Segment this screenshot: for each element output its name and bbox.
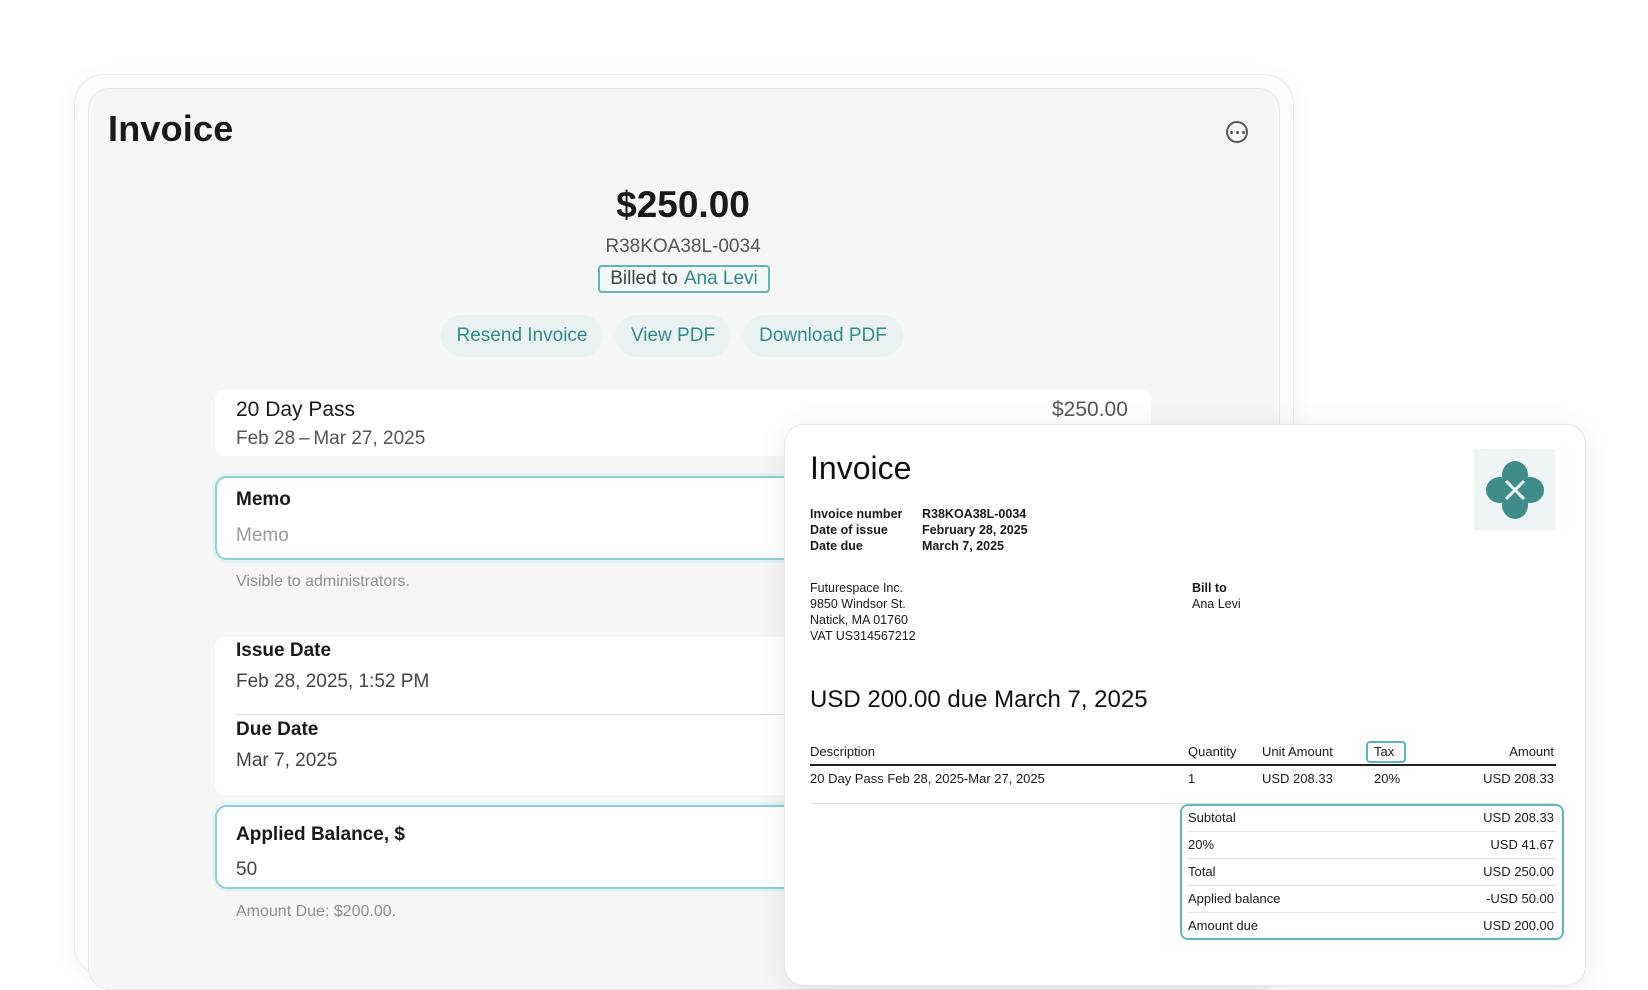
amount-due-hint: Amount Due: $200.00. bbox=[236, 903, 397, 920]
view-pdf-button[interactable]: View PDF bbox=[615, 315, 731, 357]
total-total-label: Total bbox=[1188, 864, 1216, 879]
more-options-icon[interactable] bbox=[1226, 121, 1248, 143]
divider bbox=[1188, 831, 1556, 832]
row-quantity: 1 bbox=[1188, 771, 1196, 786]
total-tax-label: 20% bbox=[1188, 837, 1215, 852]
total-total-value: USD 250.00 bbox=[1483, 864, 1554, 879]
applied-balance-input[interactable]: 50 bbox=[236, 859, 257, 881]
total-applied-label: Applied balance bbox=[1188, 891, 1281, 906]
customer-link[interactable]: Ana Levi bbox=[684, 268, 758, 290]
pdf-title: Invoice bbox=[810, 450, 912, 486]
issue-date-value[interactable]: Feb 28, 2025, 1:52 PM bbox=[236, 671, 429, 693]
total-subtotal-value: USD 208.33 bbox=[1483, 810, 1554, 825]
th-quantity: Quantity bbox=[1188, 744, 1237, 759]
divider bbox=[1188, 858, 1556, 859]
row-description: 20 Day Pass Feb 28, 2025-Mar 27, 2025 bbox=[810, 771, 1045, 786]
page-title: Invoice bbox=[108, 108, 234, 149]
invoice-number: R38KOA38L-0034 bbox=[605, 236, 761, 257]
total-tax-value: USD 41.67 bbox=[1490, 837, 1554, 852]
billed-to: Billed to Ana Levi bbox=[598, 265, 770, 293]
issue-date-label: Issue Date bbox=[236, 640, 332, 661]
meta-date-due: Date due March 7, 2025 bbox=[810, 539, 1004, 553]
total-applied-value: -USD 50.00 bbox=[1486, 891, 1554, 906]
meta-invoice-number: Invoice number R38KOA38L-0034 bbox=[810, 507, 1027, 521]
table-rule bbox=[810, 764, 1556, 766]
memo-label: Memo bbox=[236, 489, 291, 510]
line-item-price: $250.00 bbox=[1052, 398, 1128, 421]
line-item-dates: Feb 28 – Mar 27, 2025 bbox=[236, 428, 426, 449]
total-due-label: Amount due bbox=[1188, 918, 1259, 933]
row-unit-amount: USD 208.33 bbox=[1262, 771, 1333, 786]
logo-icon bbox=[1474, 449, 1555, 530]
memo-hint: Visible to administrators. bbox=[236, 573, 410, 590]
total-due-value: USD 200.00 bbox=[1483, 918, 1554, 933]
memo-input[interactable]: Memo bbox=[236, 525, 289, 547]
th-amount: Amount bbox=[1509, 744, 1554, 759]
line-item-name: 20 Day Pass bbox=[236, 398, 356, 421]
invoice-amount: $250.00 bbox=[616, 184, 750, 225]
billed-to-label: Billed to bbox=[610, 268, 678, 289]
divider bbox=[1188, 885, 1556, 886]
applied-balance-label: Applied Balance, $ bbox=[236, 824, 405, 845]
bill-to: Bill to Ana Levi bbox=[1192, 581, 1241, 611]
th-description: Description bbox=[810, 744, 876, 759]
due-summary: USD 200.00 due March 7, 2025 bbox=[810, 686, 1148, 713]
row-amount: USD 208.33 bbox=[1483, 771, 1554, 786]
divider bbox=[1188, 912, 1556, 913]
due-date-value[interactable]: Mar 7, 2025 bbox=[236, 750, 337, 772]
from-address: Futurespace Inc. 9850 Windsor St. Natick… bbox=[810, 581, 916, 643]
meta-date-of-issue: Date of issue February 28, 2025 bbox=[810, 523, 1028, 537]
download-pdf-button[interactable]: Download PDF bbox=[743, 315, 903, 357]
th-unit-amount: Unit Amount bbox=[1262, 744, 1333, 759]
resend-invoice-button[interactable]: Resend Invoice bbox=[441, 315, 603, 357]
th-tax: Tax bbox=[1374, 744, 1395, 759]
total-subtotal-label: Subtotal bbox=[1188, 810, 1236, 825]
row-tax: 20% bbox=[1374, 771, 1401, 786]
due-date-label: Due Date bbox=[236, 719, 319, 740]
